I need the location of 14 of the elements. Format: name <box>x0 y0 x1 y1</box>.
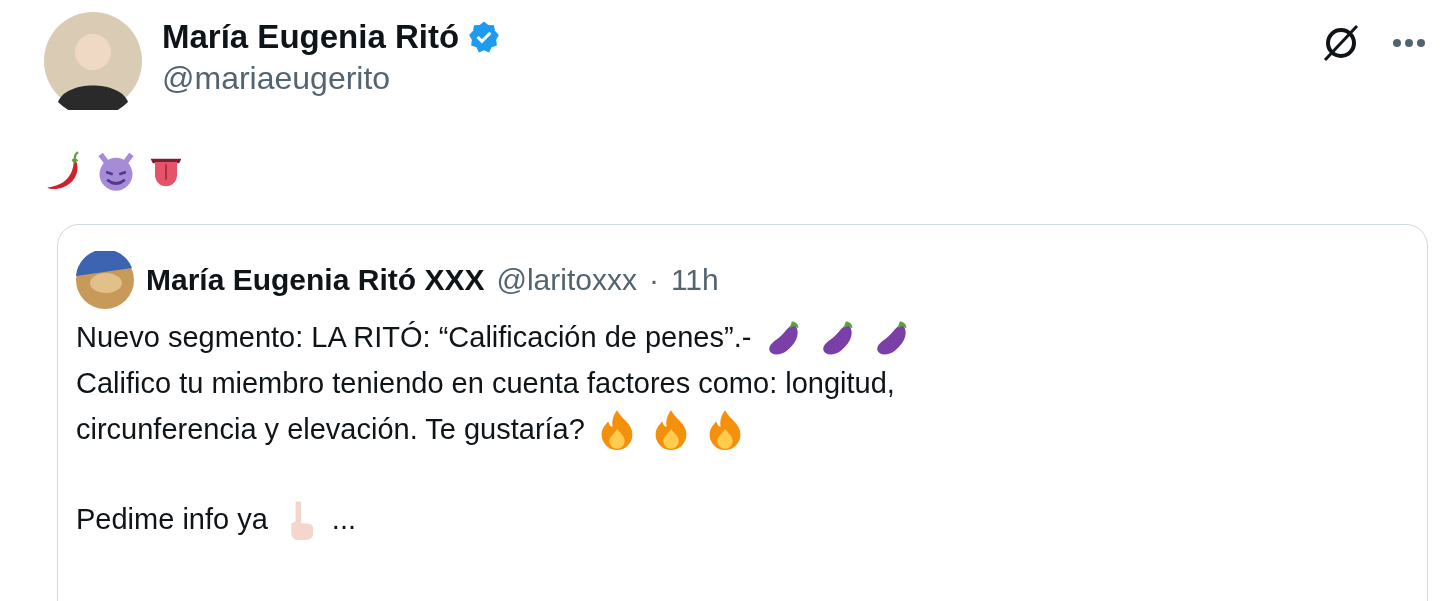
author-handle[interactable]: @mariaeugerito <box>162 60 1300 97</box>
post-text: circunferencia y elevación. Te gustaría? <box>76 412 585 446</box>
post-text: Nuevo segmento: LA RITÓ: “Calificación de penes”.- <box>76 320 752 354</box>
quoted-post-card[interactable] <box>57 224 1428 601</box>
post-text: Califico tu miembro teniendo en cuenta factores como: longitud, <box>76 366 895 400</box>
author-name[interactable]: María Eugenia Ritó <box>162 18 460 56</box>
more-icon[interactable] <box>1392 38 1426 48</box>
avatar[interactable] <box>44 12 142 110</box>
post-text: ... <box>331 502 356 536</box>
author-handle[interactable]: @laritoxxx <box>496 263 637 297</box>
separator: · <box>648 263 659 297</box>
post-time[interactable]: 11h <box>670 263 719 297</box>
author-name[interactable]: María Eugenia Ritó XXX <box>146 263 485 297</box>
post-text: Pedime info ya <box>76 502 268 536</box>
